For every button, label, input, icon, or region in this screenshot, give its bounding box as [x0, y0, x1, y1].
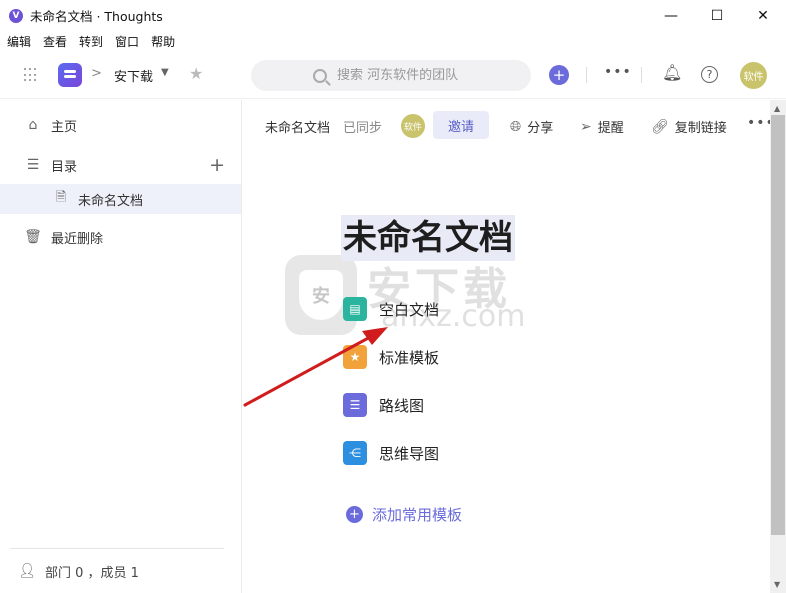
sidebar-item-home[interactable]: ⌂ 主页	[0, 110, 241, 140]
globe-icon: 🌐︎	[510, 118, 522, 135]
add-icon[interactable]: +	[209, 154, 225, 176]
more-icon[interactable]: •••	[604, 64, 632, 80]
help-icon[interactable]: ?	[701, 66, 718, 83]
document-title[interactable]: 未命名文档	[341, 215, 515, 261]
template-label: 思维导图	[379, 444, 440, 463]
copy-link-button[interactable]: 🔗︎ 复制链接	[651, 117, 727, 137]
template-label: 路线图	[379, 396, 425, 415]
document-header: 未命名文档 已同步 软件 邀请 🌐︎ 分享 ➢ 提醒 🔗︎ 复制链接 •••	[242, 100, 774, 150]
trash-icon: 🗑︎	[24, 229, 42, 245]
scroll-up-icon[interactable]: ▲	[774, 104, 780, 113]
list-icon: ☰	[26, 157, 40, 173]
template-blank-doc[interactable]: ▤ 空白文档	[343, 296, 439, 322]
invite-button[interactable]: 邀请	[433, 111, 489, 139]
search-box[interactable]	[251, 60, 531, 91]
share-button[interactable]: 🌐︎ 分享	[510, 117, 554, 137]
menu-edit[interactable]: 编辑	[7, 33, 31, 50]
team-members-label: 部门 0 ，成员 1	[45, 565, 139, 581]
user-avatar[interactable]: 软件	[740, 62, 767, 89]
workspace-name[interactable]: 安下载	[114, 66, 153, 85]
sidebar-item-label: 目录	[51, 159, 78, 175]
home-icon: ⌂	[28, 117, 38, 133]
maximize-button[interactable]: ☐	[694, 0, 740, 31]
close-button[interactable]: ✕	[740, 0, 786, 31]
title-bar: V 未命名文档 · Thoughts — ☐ ✕	[0, 0, 786, 31]
remind-label: 提醒	[597, 121, 624, 136]
send-icon: ➢	[580, 118, 592, 135]
breadcrumb-separator-icon: >	[91, 66, 102, 81]
apps-grid-icon[interactable]	[24, 68, 38, 82]
sidebar-item-label: 主页	[51, 119, 78, 135]
caret-down-icon[interactable]: ▼	[161, 67, 169, 78]
copy-link-label: 复制链接	[674, 121, 727, 136]
workspace-logo[interactable]	[58, 63, 82, 87]
members-icon: 👤︎	[18, 563, 36, 579]
vertical-scrollbar[interactable]: ▲ ▼	[770, 100, 786, 593]
toolbar-divider	[641, 67, 642, 83]
sync-status: 已同步	[343, 121, 383, 136]
bell-icon[interactable]: 🔔︎	[662, 63, 682, 82]
document-icon: 🗎︎	[55, 190, 67, 205]
template-mindmap[interactable]: ⋲ 思维导图	[343, 440, 439, 466]
scroll-thumb[interactable]	[771, 115, 785, 535]
menu-help[interactable]: 帮助	[151, 33, 175, 50]
star-template-icon: ★	[343, 345, 367, 369]
sidebar-item-label: 最近删除	[51, 231, 104, 247]
sidebar: ⌂ 主页 ☰ 目录 + 🗎︎ 未命名文档 🗑︎ 最近删除 👤︎ 部门 0 ，成员…	[0, 100, 242, 593]
mindmap-icon: ⋲	[343, 441, 367, 465]
link-icon: 🔗︎	[651, 118, 669, 135]
menu-goto[interactable]: 转到	[79, 33, 103, 50]
remind-button[interactable]: ➢ 提醒	[580, 117, 624, 137]
new-button[interactable]: +	[549, 65, 569, 85]
template-label: 标准模板	[379, 348, 440, 367]
share-label: 分享	[527, 121, 554, 136]
top-toolbar: > 安下载 ▼ ★ + ••• 🔔︎ ? 软件	[0, 51, 786, 99]
add-circle-icon: +	[346, 506, 363, 523]
sidebar-divider	[10, 548, 224, 549]
document-name[interactable]: 未命名文档	[265, 117, 330, 136]
star-icon[interactable]: ★	[189, 64, 203, 83]
template-roadmap[interactable]: ☰ 路线图	[343, 392, 424, 418]
add-template-button[interactable]: + 添加常用模板	[346, 504, 462, 525]
add-template-label: 添加常用模板	[372, 506, 463, 524]
minimize-button[interactable]: —	[648, 0, 694, 31]
template-label: 空白文档	[379, 300, 440, 319]
menu-bar: 编辑 查看 转到 窗口 帮助	[0, 31, 786, 51]
collaborator-avatar[interactable]: 软件	[401, 114, 425, 138]
thoughts-app-icon: V	[9, 8, 23, 23]
sidebar-item-document[interactable]: 🗎︎ 未命名文档	[0, 184, 241, 214]
window-title: 未命名文档 · Thoughts	[30, 9, 163, 24]
sidebar-item-catalog[interactable]: ☰ 目录 +	[0, 150, 241, 180]
sidebar-item-label: 未命名文档	[78, 193, 144, 209]
window-controls: — ☐ ✕	[648, 0, 786, 31]
search-icon	[313, 68, 327, 83]
shield-icon: 安	[285, 255, 357, 335]
menu-window[interactable]: 窗口	[115, 33, 139, 50]
blank-doc-icon: ▤	[343, 297, 367, 321]
team-members[interactable]: 👤︎ 部门 0 ，成员 1	[0, 558, 241, 584]
scroll-down-icon[interactable]: ▼	[774, 580, 780, 589]
template-standard[interactable]: ★ 标准模板	[343, 344, 439, 370]
toolbar-divider	[586, 67, 587, 83]
search-input[interactable]	[337, 68, 527, 83]
roadmap-icon: ☰	[343, 393, 367, 417]
menu-view[interactable]: 查看	[43, 33, 67, 50]
sidebar-item-recently-deleted[interactable]: 🗑︎ 最近删除	[0, 222, 241, 252]
